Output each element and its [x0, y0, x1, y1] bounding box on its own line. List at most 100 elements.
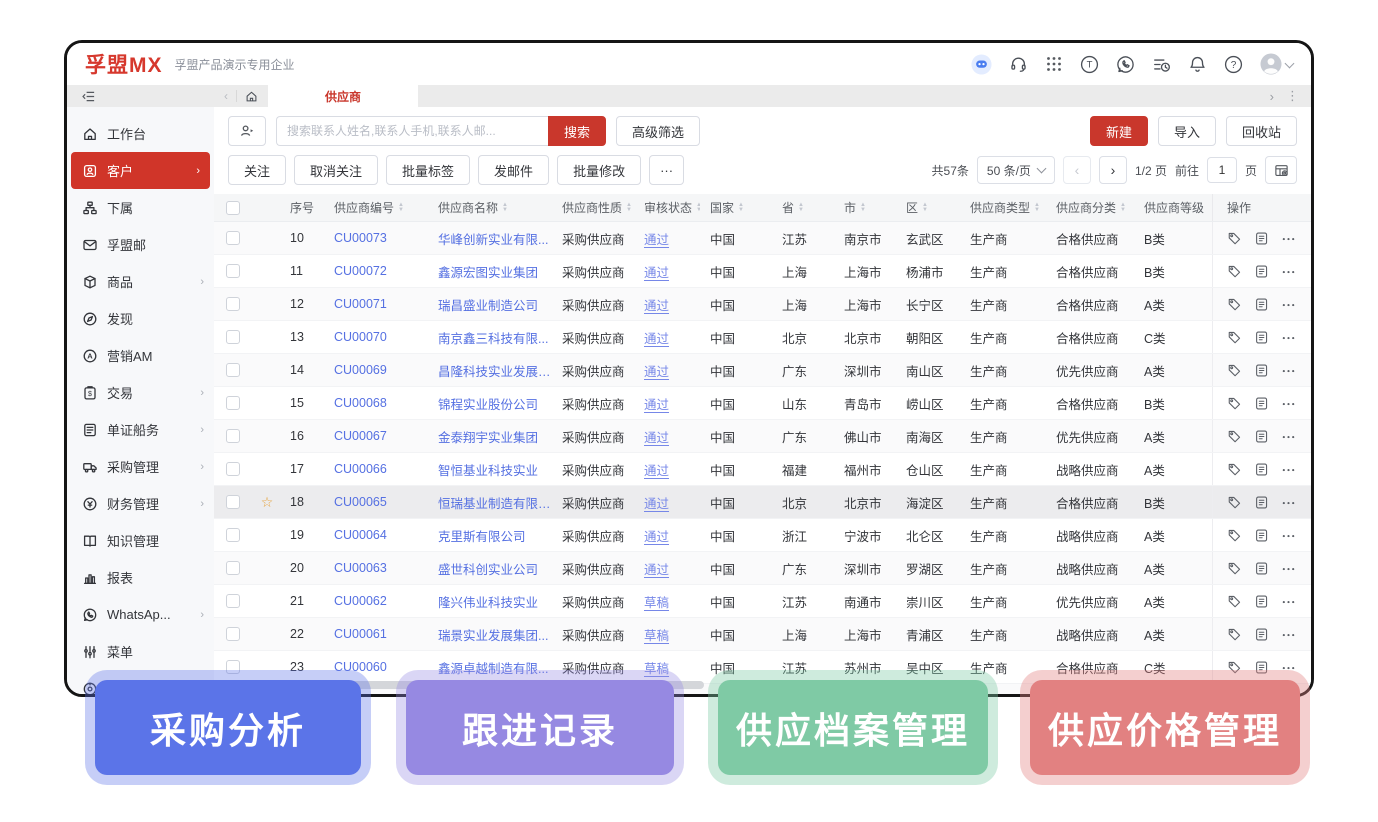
memo-icon[interactable] [1254, 660, 1269, 675]
supplier-name-link[interactable]: 锦程实业股份公司 [428, 394, 552, 413]
supplier-code-link[interactable]: CU00072 [324, 264, 428, 278]
sort-carets-icon[interactable]: ▲▼ [922, 203, 928, 213]
table-row[interactable]: 17CU00066智恒基业科技实业采购供应商通过中国福建福州市仓山区生产商战略供… [214, 453, 1311, 486]
sort-carets-icon[interactable]: ▲▼ [1034, 203, 1040, 213]
table-row[interactable]: 12CU00071瑞昌盛业制造公司采购供应商通过中国上海上海市长宁区生产商合格供… [214, 288, 1311, 321]
supplier-code-link[interactable]: CU00068 [324, 396, 428, 410]
supplier-code-link[interactable]: CU00066 [324, 462, 428, 476]
supplier-code-link[interactable]: CU00063 [324, 561, 428, 575]
supplier-name-link[interactable]: 盛世科创实业公司 [428, 559, 552, 578]
sidebar-item-whatsapp[interactable]: WhatsAp...› [67, 596, 214, 633]
more-icon[interactable] [1281, 363, 1296, 378]
table-row[interactable]: 22CU00061瑞景实业发展集团...采购供应商草稿中国上海上海市青浦区生产商… [214, 618, 1311, 651]
search-button[interactable]: 搜索 [548, 116, 606, 146]
memo-icon[interactable] [1254, 264, 1269, 279]
tag-icon[interactable] [1227, 264, 1242, 279]
supplier-code-link[interactable]: CU00061 [324, 627, 428, 641]
tag-icon[interactable] [1227, 528, 1242, 543]
tag-icon[interactable] [1227, 396, 1242, 411]
user-avatar-icon[interactable] [1260, 53, 1293, 75]
batch-tag-button[interactable]: 批量标签 [386, 155, 470, 185]
star-icon[interactable]: ☆ [261, 494, 274, 510]
memo-icon[interactable] [1254, 495, 1269, 510]
more-icon[interactable] [1281, 495, 1296, 510]
page-size-select[interactable]: 50 条/页 [977, 156, 1055, 184]
column-header[interactable]: 供应商编号▲▼ [324, 199, 428, 216]
task-history-icon[interactable] [1152, 55, 1171, 74]
supplier-code-link[interactable]: CU00073 [324, 231, 428, 245]
column-header[interactable]: 供应商名称▲▼ [428, 199, 552, 216]
table-row[interactable]: 11CU00072鑫源宏图实业集团采购供应商通过中国上海上海市杨浦市生产商合格供… [214, 255, 1311, 288]
memo-icon[interactable] [1254, 528, 1269, 543]
sidebar-item-workbench[interactable]: 工作台 [67, 115, 214, 152]
more-icon[interactable] [1281, 660, 1296, 675]
memo-icon[interactable] [1254, 396, 1269, 411]
table-row[interactable]: 21CU00062隆兴伟业科技实业采购供应商草稿中国江苏南通市崇川区生产商优先供… [214, 585, 1311, 618]
import-button[interactable]: 导入 [1158, 116, 1216, 146]
column-header[interactable]: 供应商分类▲▼ [1046, 199, 1134, 216]
supplier-name-link[interactable]: 瑞昌盛业制造公司 [428, 295, 552, 314]
table-row[interactable]: 19CU00064克里斯有限公司采购供应商通过中国浙江宁波市北仑区生产商战略供应… [214, 519, 1311, 552]
column-header[interactable]: 审核状态▲▼ [634, 199, 700, 216]
help-icon[interactable]: ? [1224, 55, 1243, 74]
supplier-name-link[interactable]: 金泰翔宇实业集团 [428, 427, 552, 446]
ai-assistant-icon[interactable] [971, 54, 992, 75]
more-icon[interactable] [1281, 297, 1296, 312]
sidebar-item-report[interactable]: 报表 [67, 559, 214, 596]
supplier-code-link[interactable]: CU00069 [324, 363, 428, 377]
memo-icon[interactable] [1254, 330, 1269, 345]
memo-icon[interactable] [1254, 297, 1269, 312]
more-icon[interactable] [1281, 462, 1296, 477]
more-actions-button[interactable]: ··· [649, 155, 684, 185]
sidebar-item-trade[interactable]: $交易› [67, 374, 214, 411]
sidebar-item-finance[interactable]: 财务管理› [67, 485, 214, 522]
supplier-code-link[interactable]: CU00070 [324, 330, 428, 344]
row-checkbox[interactable] [226, 231, 240, 245]
row-checkbox[interactable] [226, 363, 240, 377]
prev-page-button[interactable]: ‹ [1063, 156, 1091, 184]
follow-button[interactable]: 关注 [228, 155, 286, 185]
row-checkbox[interactable] [226, 561, 240, 575]
tag-icon[interactable] [1227, 231, 1242, 246]
tag-icon[interactable] [1227, 561, 1242, 576]
memo-icon[interactable] [1254, 231, 1269, 246]
sidebar-item-product[interactable]: 商品› [67, 263, 214, 300]
home-tab-button[interactable] [245, 90, 258, 103]
table-row[interactable]: 15CU00068锦程实业股份公司采购供应商通过中国山东青岛市崂山区生产商合格供… [214, 387, 1311, 420]
table-row[interactable]: ☆18CU00065恒瑞基业制造有限…采购供应商通过中国北京北京市海淀区生产商合… [214, 486, 1311, 519]
sort-carets-icon[interactable]: ▲▼ [798, 203, 804, 213]
table-row[interactable]: 10CU00073华峰创新实业有限...采购供应商通过中国江苏南京市玄武区生产商… [214, 222, 1311, 255]
more-icon[interactable] [1281, 561, 1296, 576]
tab-forward-icon[interactable]: › [1270, 89, 1274, 104]
tag-icon[interactable] [1227, 495, 1242, 510]
memo-icon[interactable] [1254, 627, 1269, 642]
new-button[interactable]: 新建 [1090, 116, 1148, 146]
sidebar-item-procurement[interactable]: 采购管理› [67, 448, 214, 485]
tab-suppliers[interactable]: 供应商 [268, 85, 418, 107]
supplier-name-link[interactable]: 南京鑫三科技有限... [428, 328, 552, 347]
sidebar-item-customer[interactable]: 客户› [71, 152, 210, 189]
more-icon[interactable] [1281, 264, 1296, 279]
sort-carets-icon[interactable]: ▲▼ [626, 203, 632, 213]
supplier-code-link[interactable]: CU00062 [324, 594, 428, 608]
row-checkbox[interactable] [226, 660, 240, 674]
translate-icon[interactable]: T [1080, 55, 1099, 74]
supplier-name-link[interactable]: 恒瑞基业制造有限… [428, 493, 552, 512]
more-icon[interactable] [1281, 396, 1296, 411]
select-all-checkbox[interactable] [226, 201, 240, 215]
column-settings-button[interactable] [1265, 156, 1297, 184]
whatsapp-icon[interactable] [1116, 55, 1135, 74]
batch-edit-button[interactable]: 批量修改 [557, 155, 641, 185]
tag-icon[interactable] [1227, 594, 1242, 609]
column-header[interactable]: 省▲▼ [772, 199, 834, 216]
more-icon[interactable] [1281, 330, 1296, 345]
column-header[interactable]: 供应商性质▲▼ [552, 199, 634, 216]
supplier-name-link[interactable]: 鑫源宏图实业集团 [428, 262, 552, 281]
tab-back-icon[interactable]: ‹ [224, 89, 228, 103]
tag-icon[interactable] [1227, 297, 1242, 312]
sidebar-item-marketing[interactable]: A营销AM [67, 337, 214, 374]
sidebar-item-knowledge[interactable]: 知识管理 [67, 522, 214, 559]
row-checkbox[interactable] [226, 396, 240, 410]
table-row[interactable]: 20CU00063盛世科创实业公司采购供应商通过中国广东深圳市罗湖区生产商战略供… [214, 552, 1311, 585]
row-checkbox[interactable] [226, 594, 240, 608]
